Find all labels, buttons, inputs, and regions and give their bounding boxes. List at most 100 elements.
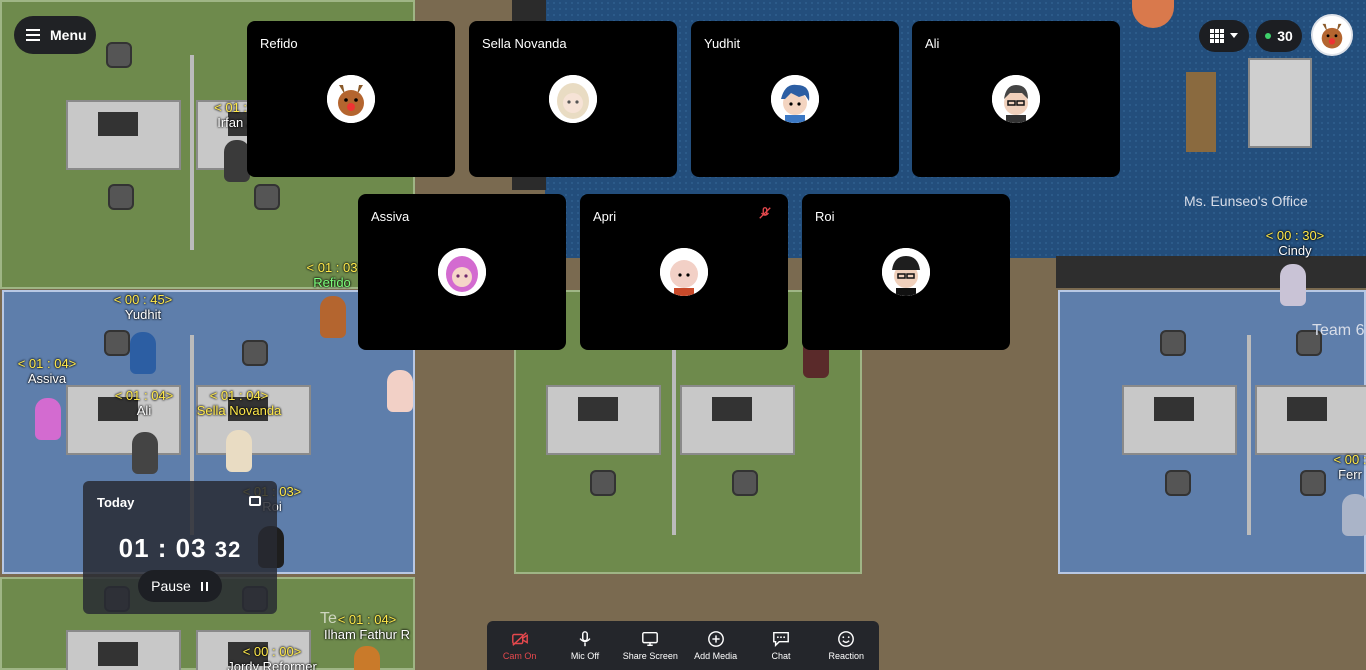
timer-clock-main: 01 : 03	[118, 533, 207, 563]
player-name: Cindy	[1278, 243, 1312, 258]
video-tile-refido[interactable]: Refido	[247, 21, 455, 177]
video-tile-assiva[interactable]: Assiva	[358, 194, 566, 350]
player-sprite-assiva[interactable]	[35, 398, 61, 440]
office-shelf	[1186, 72, 1216, 152]
video-tile-sella[interactable]: Sella Novanda	[469, 21, 677, 177]
player-tag-jordy: < 00 : 00> Jordy Reformer	[227, 644, 317, 670]
chair	[254, 184, 280, 210]
participant-avatar	[327, 75, 375, 123]
camera-off-icon	[511, 632, 528, 646]
player-name: Refido	[313, 275, 351, 290]
chair	[732, 470, 758, 496]
player-sprite-sella[interactable]	[226, 430, 252, 472]
desk	[680, 385, 795, 455]
room-label-te: Te	[320, 610, 337, 627]
desk-divider	[672, 335, 676, 535]
hamburger-icon	[26, 29, 40, 41]
desk	[1255, 385, 1366, 455]
player-tag-ferr: < 00 : Ferr	[1334, 452, 1366, 482]
player-sprite-ali[interactable]	[132, 432, 158, 474]
chair	[242, 340, 268, 366]
participant-avatar	[660, 248, 708, 296]
player-timer: < 01 : 03	[306, 260, 358, 275]
smile-icon	[838, 631, 855, 647]
player-sprite-refido[interactable]	[320, 296, 346, 338]
room-label-team: Team 6	[1312, 322, 1365, 339]
player-tag-sella: < 01 : 04> Sella Novanda	[197, 388, 282, 418]
microphone-icon	[579, 631, 591, 647]
participant-avatar	[549, 75, 597, 123]
desk	[66, 100, 181, 170]
room-label-office: Ms. Eunseo's Office	[1184, 193, 1308, 209]
menu-button[interactable]: Menu	[14, 16, 96, 54]
desk	[66, 630, 181, 670]
player-name: Ali	[136, 403, 152, 418]
office-desk	[1248, 58, 1312, 148]
add-media-label: Add Media	[694, 651, 738, 661]
player-timer: < 00 :	[1333, 452, 1366, 467]
camera-toggle-button[interactable]: Cam On	[487, 621, 552, 670]
timer-clock: 01 : 03 32	[83, 533, 277, 564]
player-timer: < 01 : 04>	[209, 388, 269, 403]
chair	[106, 42, 132, 68]
player-tag-yudhit: < 00 : 45> Yudhit	[114, 292, 173, 322]
my-avatar[interactable]	[1311, 14, 1353, 56]
online-count: 30	[1277, 28, 1293, 44]
share-screen-label: Share Screen	[622, 651, 678, 661]
player-sprite-apri[interactable]	[387, 370, 413, 412]
online-status-icon	[1265, 33, 1272, 39]
chair	[104, 330, 130, 356]
chevron-down-icon	[1230, 33, 1238, 38]
player-timer: < 01 : 04>	[114, 388, 174, 403]
participant-avatar	[771, 75, 819, 123]
add-media-button[interactable]: Add Media	[683, 621, 748, 670]
pause-button[interactable]: Pause	[138, 570, 222, 602]
player-sprite-yudhit[interactable]	[130, 332, 156, 374]
video-tile-apri[interactable]: Apri	[580, 194, 788, 350]
player-sprite-cindy[interactable]	[1280, 264, 1306, 306]
chat-button[interactable]: Chat	[748, 621, 813, 670]
participant-name: Yudhit	[704, 36, 741, 51]
reaction-label: Reaction	[828, 651, 865, 661]
player-timer: < 00 : 30>	[1265, 228, 1325, 243]
video-tile-yudhit[interactable]: Yudhit	[691, 21, 899, 177]
timer-widget: Today 01 : 03 32 Pause	[83, 481, 277, 614]
player-name: Assiva	[27, 371, 67, 386]
player-timer: < 01 : 04>	[17, 356, 77, 371]
online-count-button[interactable]: 30	[1256, 20, 1302, 52]
player-tag-ali: < 01 : 04> Ali	[115, 388, 174, 418]
monitor-icon	[642, 631, 659, 647]
desk	[546, 385, 661, 455]
player-name: Ferr	[1338, 467, 1362, 482]
pause-label: Pause	[151, 578, 191, 594]
video-tile-roi[interactable]: Roi	[802, 194, 1010, 350]
participant-avatar	[438, 248, 486, 296]
camera-toggle-label: Cam On	[502, 651, 537, 661]
office-bottom-wall	[1056, 256, 1366, 288]
reaction-button[interactable]: Reaction	[814, 621, 879, 670]
grid-icon	[1210, 29, 1224, 43]
chat-label: Chat	[771, 651, 791, 661]
player-name: Sella Novanda	[196, 403, 282, 418]
participant-name: Refido	[260, 36, 298, 51]
participant-name: Ali	[925, 36, 940, 51]
chair	[1165, 470, 1191, 496]
mic-toggle-button[interactable]: Mic Off	[552, 621, 617, 670]
desk-divider	[1247, 335, 1251, 535]
player-name: Yudhit	[124, 307, 162, 322]
mic-muted-icon	[759, 207, 771, 219]
chair	[1300, 470, 1326, 496]
player-tag-refido: < 01 : 03 Refido	[307, 260, 358, 290]
player-tag-cindy: < 00 : 30> Cindy	[1266, 228, 1325, 258]
player-sprite-ilham[interactable]	[354, 646, 380, 670]
mic-toggle-label: Mic Off	[570, 651, 600, 661]
minimize-icon[interactable]	[249, 496, 261, 506]
timer-clock-seconds: 32	[214, 537, 242, 562]
player-sprite-ferr[interactable]	[1342, 494, 1366, 536]
chair	[1160, 330, 1186, 356]
chat-icon	[773, 631, 789, 648]
layout-grid-button[interactable]	[1199, 20, 1249, 52]
bottom-toolbar: Cam On Mic Off Share Screen Add Media Ch…	[487, 621, 879, 670]
share-screen-button[interactable]: Share Screen	[618, 621, 683, 670]
video-tile-ali[interactable]: Ali	[912, 21, 1120, 177]
